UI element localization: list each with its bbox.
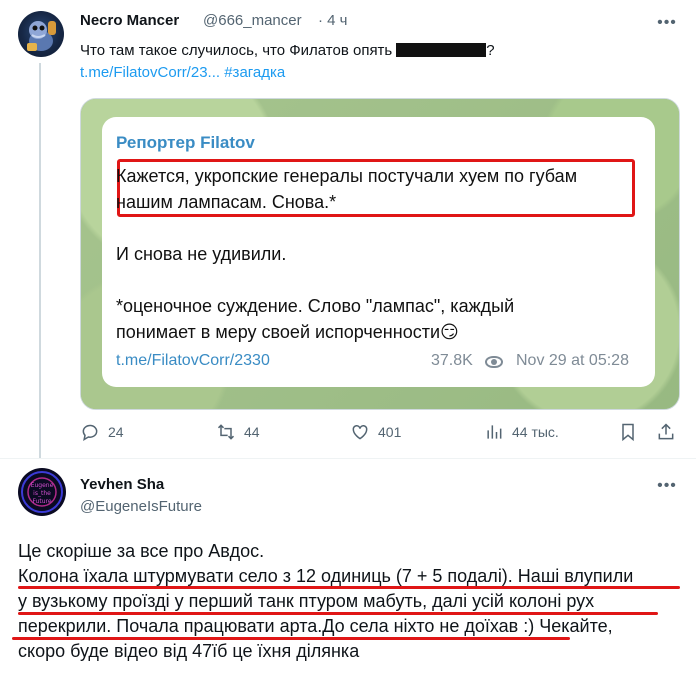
author-name-2[interactable]: Yevhen Sha xyxy=(80,476,164,493)
retweet-button[interactable]: 44 xyxy=(216,422,260,442)
tweet-text-part: Что там такое случилось, что Филатов опя… xyxy=(80,42,393,59)
views-count: 44 тыс. xyxy=(512,424,559,440)
telegram-date: Nov 29 at 05:28 xyxy=(516,352,629,369)
tweet-2-line-3: у вузькому проїзді у перший танк птуром … xyxy=(18,591,595,611)
thread-connector-line xyxy=(39,63,41,458)
more-horizontal-icon[interactable]: ••• xyxy=(656,475,678,497)
retweet-icon xyxy=(217,424,235,440)
tweet-image-telegram-screenshot[interactable]: Репортер Filatov Кажется, укропские гене… xyxy=(80,98,680,410)
like-button[interactable]: 401 xyxy=(350,422,401,442)
telegram-line-1: Кажется, укропские генералы постучали ху… xyxy=(116,166,578,186)
reply-count: 24 xyxy=(108,424,124,440)
red-underline-1 xyxy=(18,586,680,589)
author-handle-2[interactable]: @EugeneIsFuture xyxy=(80,498,202,515)
redaction-bar xyxy=(396,43,487,57)
tweet-divider xyxy=(0,458,696,459)
heart-icon xyxy=(352,424,368,440)
tweet-2-line-4: перекрили. Почала працювати арта.До села… xyxy=(18,616,613,636)
hashtag-link[interactable]: #загадка xyxy=(224,64,285,81)
avatar-art-icon xyxy=(27,21,56,51)
reply-icon xyxy=(82,424,98,442)
views-button[interactable]: 44 тыс. xyxy=(484,422,559,442)
tweet-2-line-5: скоро буде відео від 47їб це їхня ділянк… xyxy=(18,641,360,661)
bookmark-button[interactable] xyxy=(618,422,638,442)
telegram-line-5: понимает в меру своей испорченности😏 xyxy=(116,322,459,342)
share-button[interactable] xyxy=(656,422,676,442)
tweet-text: Что там такое случилось, что Филатов опя… xyxy=(80,41,495,61)
telegram-line-3: И снова не удивили. xyxy=(116,244,287,264)
telegram-line-4: *оценочное суждение. Слово "лампас", каж… xyxy=(116,296,515,316)
red-underline-2 xyxy=(18,612,658,615)
tweet-2-text: Це скоріше за все про Авдос. Колона їхал… xyxy=(18,539,688,664)
telegram-views: 37.8K xyxy=(431,352,473,369)
tweet-links: t.me/FilatovCorr/23... #загадка xyxy=(80,64,285,81)
tweet-text-end: ? xyxy=(486,42,495,59)
telegram-line-2: нашим лампасам. Снова.* xyxy=(116,192,337,212)
tweet-link[interactable]: t.me/FilatovCorr/23... xyxy=(80,64,220,81)
tweet-time[interactable]: · 4 ч xyxy=(318,12,348,29)
telegram-message-bubble: Репортер Filatov Кажется, укропские гене… xyxy=(102,117,655,387)
svg-text:Future: Future xyxy=(32,498,51,505)
telegram-channel-name: Репортер Filatov xyxy=(116,133,255,152)
author-name[interactable]: Necro Mancer xyxy=(80,12,179,29)
retweet-count: 44 xyxy=(244,424,260,440)
telegram-post-link: t.me/FilatovCorr/2330 xyxy=(116,352,270,369)
share-icon xyxy=(658,423,674,440)
red-underline-3 xyxy=(12,637,570,640)
tweet-necro-mancer: Necro Mancer @666_mancer · 4 ч ••• Что т… xyxy=(0,0,696,458)
reply-button[interactable]: 24 xyxy=(80,422,124,442)
bookmark-icon xyxy=(622,423,634,442)
more-horizontal-icon[interactable]: ••• xyxy=(656,12,678,34)
avatar-necro-mancer[interactable] xyxy=(18,11,64,57)
analytics-icon xyxy=(487,425,502,439)
tweet-2-line-1: Це скоріше за все про Авдос. xyxy=(18,541,265,561)
eye-icon xyxy=(485,356,503,368)
svg-text:is_the: is_the xyxy=(33,490,51,497)
svg-text:Eugene: Eugene xyxy=(31,482,54,489)
avatar-yevhen-sha[interactable]: Eugene is_the Future xyxy=(18,468,66,516)
avatar-logo-icon: Eugene is_the Future xyxy=(21,471,63,513)
author-handle[interactable]: @666_mancer xyxy=(203,12,302,29)
like-count: 401 xyxy=(378,424,402,440)
